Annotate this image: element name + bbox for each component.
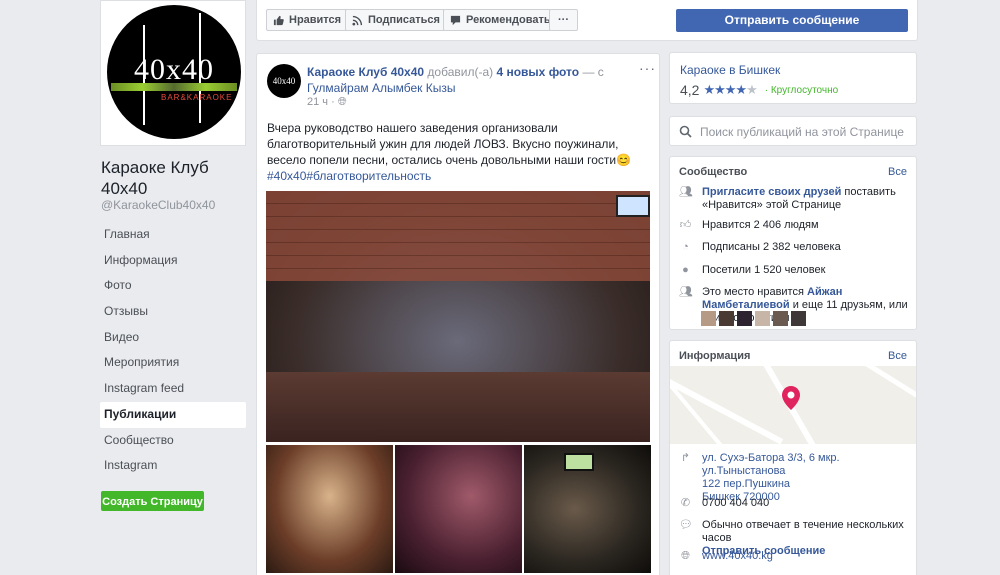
likes-count-row: 👍︎ Нравится 2 406 людям [679, 219, 911, 232]
friend-avatar[interactable] [773, 311, 788, 326]
rss-icon: ◔ [682, 241, 689, 253]
nav-item-videos[interactable]: Видео [100, 325, 246, 351]
people-icon: 👥︎ [679, 286, 693, 298]
followers-count-row: ◔ Подписаны 2 382 человека [679, 241, 911, 254]
info-title: Информация [679, 350, 751, 362]
address-line[interactable]: ул. Сухэ-Батора 3/3, 6 мкр. ул.Тыныстано… [702, 452, 840, 477]
logo-subtitle: BAR&KARAOKE [161, 93, 233, 102]
post-photo-thumb[interactable] [266, 445, 393, 573]
website-row: 🌐︎ www.40x40.kg [679, 550, 911, 563]
map-pin-icon [782, 386, 800, 410]
thumbs-up-icon: 👍︎ [679, 219, 692, 231]
phone-number[interactable]: 0700 404 040 [702, 497, 769, 510]
post-search-box [669, 116, 917, 146]
post-with-text: — с [582, 65, 604, 79]
page-action-bar: Нравится Подписаться Рекомендовать ··· О… [256, 0, 918, 41]
nav-item-events[interactable]: Мероприятия [100, 350, 246, 376]
create-page-button[interactable]: Создать Страницу [101, 491, 204, 511]
response-time: Обычно отвечает в течение нескольких час… [702, 519, 904, 544]
post-time-text: 21 ч [307, 96, 329, 108]
location-pin-icon: ● [682, 264, 689, 276]
more-icon: ··· [558, 14, 569, 26]
friend-avatar[interactable] [719, 311, 734, 326]
hashtag-link[interactable]: #40x40 [267, 169, 306, 183]
logo-title: 40x40 [134, 53, 214, 86]
nav-item-reviews[interactable]: Отзывы [100, 299, 246, 325]
visits-count: Посетили 1 520 человек [702, 264, 826, 276]
info-see-all-link[interactable]: Все [888, 350, 907, 362]
address-line[interactable]: 122 пер.Пушкина [702, 478, 790, 490]
thumbs-up-icon [273, 15, 284, 25]
follow-button[interactable]: Подписаться [345, 9, 449, 31]
post-search-input[interactable] [700, 121, 910, 142]
rating-value: 4,2 [680, 82, 700, 98]
speech-bubble-icon [450, 15, 461, 25]
invite-friends-link[interactable]: Пригласите своих друзей [702, 186, 841, 198]
friends-prefix: Это место нравится [702, 286, 807, 298]
friend-avatar[interactable] [791, 311, 806, 326]
more-button[interactable]: ··· [549, 9, 578, 31]
people-icon: 👥︎ [679, 186, 693, 198]
post-photo-thumb[interactable] [524, 445, 651, 573]
friend-avatars [701, 311, 806, 326]
hashtag-link[interactable]: #благотворительность [306, 169, 431, 183]
website-link[interactable]: www.40x40.kg [702, 550, 773, 563]
followers-count: Подписаны 2 382 человека [702, 241, 841, 253]
nav-item-about[interactable]: Информация [100, 248, 246, 274]
post-card: 40x40 Караоке Клуб 40x40 добавил(-а) 4 н… [256, 53, 660, 575]
post-header: Караоке Клуб 40x40 добавил(-а) 4 новых ф… [307, 64, 627, 96]
category-link[interactable]: Караоке в Бишкек [680, 63, 780, 77]
club-logo: 40x40 BAR&KARAOKE [107, 5, 241, 139]
rating-row[interactable]: 4,2 ★★★★★ · Круглосуточно [680, 82, 838, 98]
search-icon [679, 125, 692, 138]
star-rating-icon: ★★★★★ [703, 82, 757, 97]
community-see-all-link[interactable]: Все [888, 166, 907, 178]
info-card: Информация Все ↱ ул. Сухэ-Батора 3/3, 6 … [669, 340, 917, 575]
category-card: Караоке в Бишкек 4,2 ★★★★★ · Круглосуточ… [669, 52, 917, 104]
location-map[interactable] [670, 366, 916, 444]
nav-item-posts[interactable]: Публикации [100, 401, 246, 428]
opening-hours-status: · Круглосуточно [764, 84, 839, 96]
rss-icon [352, 15, 363, 26]
phone-icon: ✆ [680, 497, 691, 509]
post-photo-main[interactable] [266, 191, 650, 442]
page-title[interactable]: Караоке Клуб 40x40 [101, 157, 241, 199]
visits-count-row: ● Посетили 1 520 человек [679, 264, 911, 277]
friend-avatar[interactable] [737, 311, 752, 326]
nav-item-instagram-feed[interactable]: Instagram feed [100, 376, 246, 402]
likes-count: Нравится 2 406 людям [702, 219, 819, 231]
friend-avatar[interactable] [701, 311, 716, 326]
nav-item-home[interactable]: Главная [100, 222, 246, 248]
page-profile-picture[interactable]: 40x40 BAR&KARAOKE [100, 0, 246, 146]
globe-icon: 🌐︎ [681, 550, 690, 562]
friend-avatar[interactable] [755, 311, 770, 326]
community-card: Сообщество Все 👥︎ Пригласите своих друзе… [669, 156, 917, 330]
nav-item-community[interactable]: Сообщество [100, 428, 246, 454]
post-options-button[interactable]: ··· [639, 60, 656, 76]
like-button[interactable]: Нравится [266, 9, 351, 31]
community-title: Сообщество [679, 166, 748, 178]
send-message-button[interactable]: Отправить сообщение [676, 9, 908, 32]
follow-label: Подписаться [368, 14, 440, 26]
post-action-text: добавил(-а) [427, 65, 494, 79]
post-tagged-user-link[interactable]: Гулмайрам Алымбек Кызы [307, 81, 455, 95]
nav-item-instagram[interactable]: Instagram [100, 453, 246, 479]
post-photos-link[interactable]: 4 новых фото [496, 65, 579, 79]
page-nav: Главная Информация Фото Отзывы Видео Мер… [100, 222, 246, 479]
post-author-avatar[interactable]: 40x40 [267, 64, 301, 98]
globe-icon: 🌐︎ [337, 96, 347, 108]
post-author-link[interactable]: Караоке Клуб 40x40 [307, 65, 424, 79]
page-handle[interactable]: @KaraokeClub40x40 [101, 198, 215, 212]
post-body-text: Вчера руководство нашего заведения орган… [267, 121, 632, 167]
post-timestamp[interactable]: 21 ч · 🌐︎ [307, 96, 347, 109]
phone-row: ✆ 0700 404 040 [679, 497, 911, 510]
recommend-label: Рекомендовать [466, 14, 551, 26]
tv-screen [616, 195, 650, 217]
invite-friends-row: 👥︎ Пригласите своих друзей поставить «Нр… [679, 186, 911, 212]
post-body: Вчера руководство нашего заведения орган… [267, 120, 651, 184]
recommend-button[interactable]: Рекомендовать [443, 9, 560, 31]
nav-item-photos[interactable]: Фото [100, 273, 246, 299]
like-label: Нравится [289, 14, 342, 26]
post-photo-thumb[interactable] [395, 445, 522, 573]
